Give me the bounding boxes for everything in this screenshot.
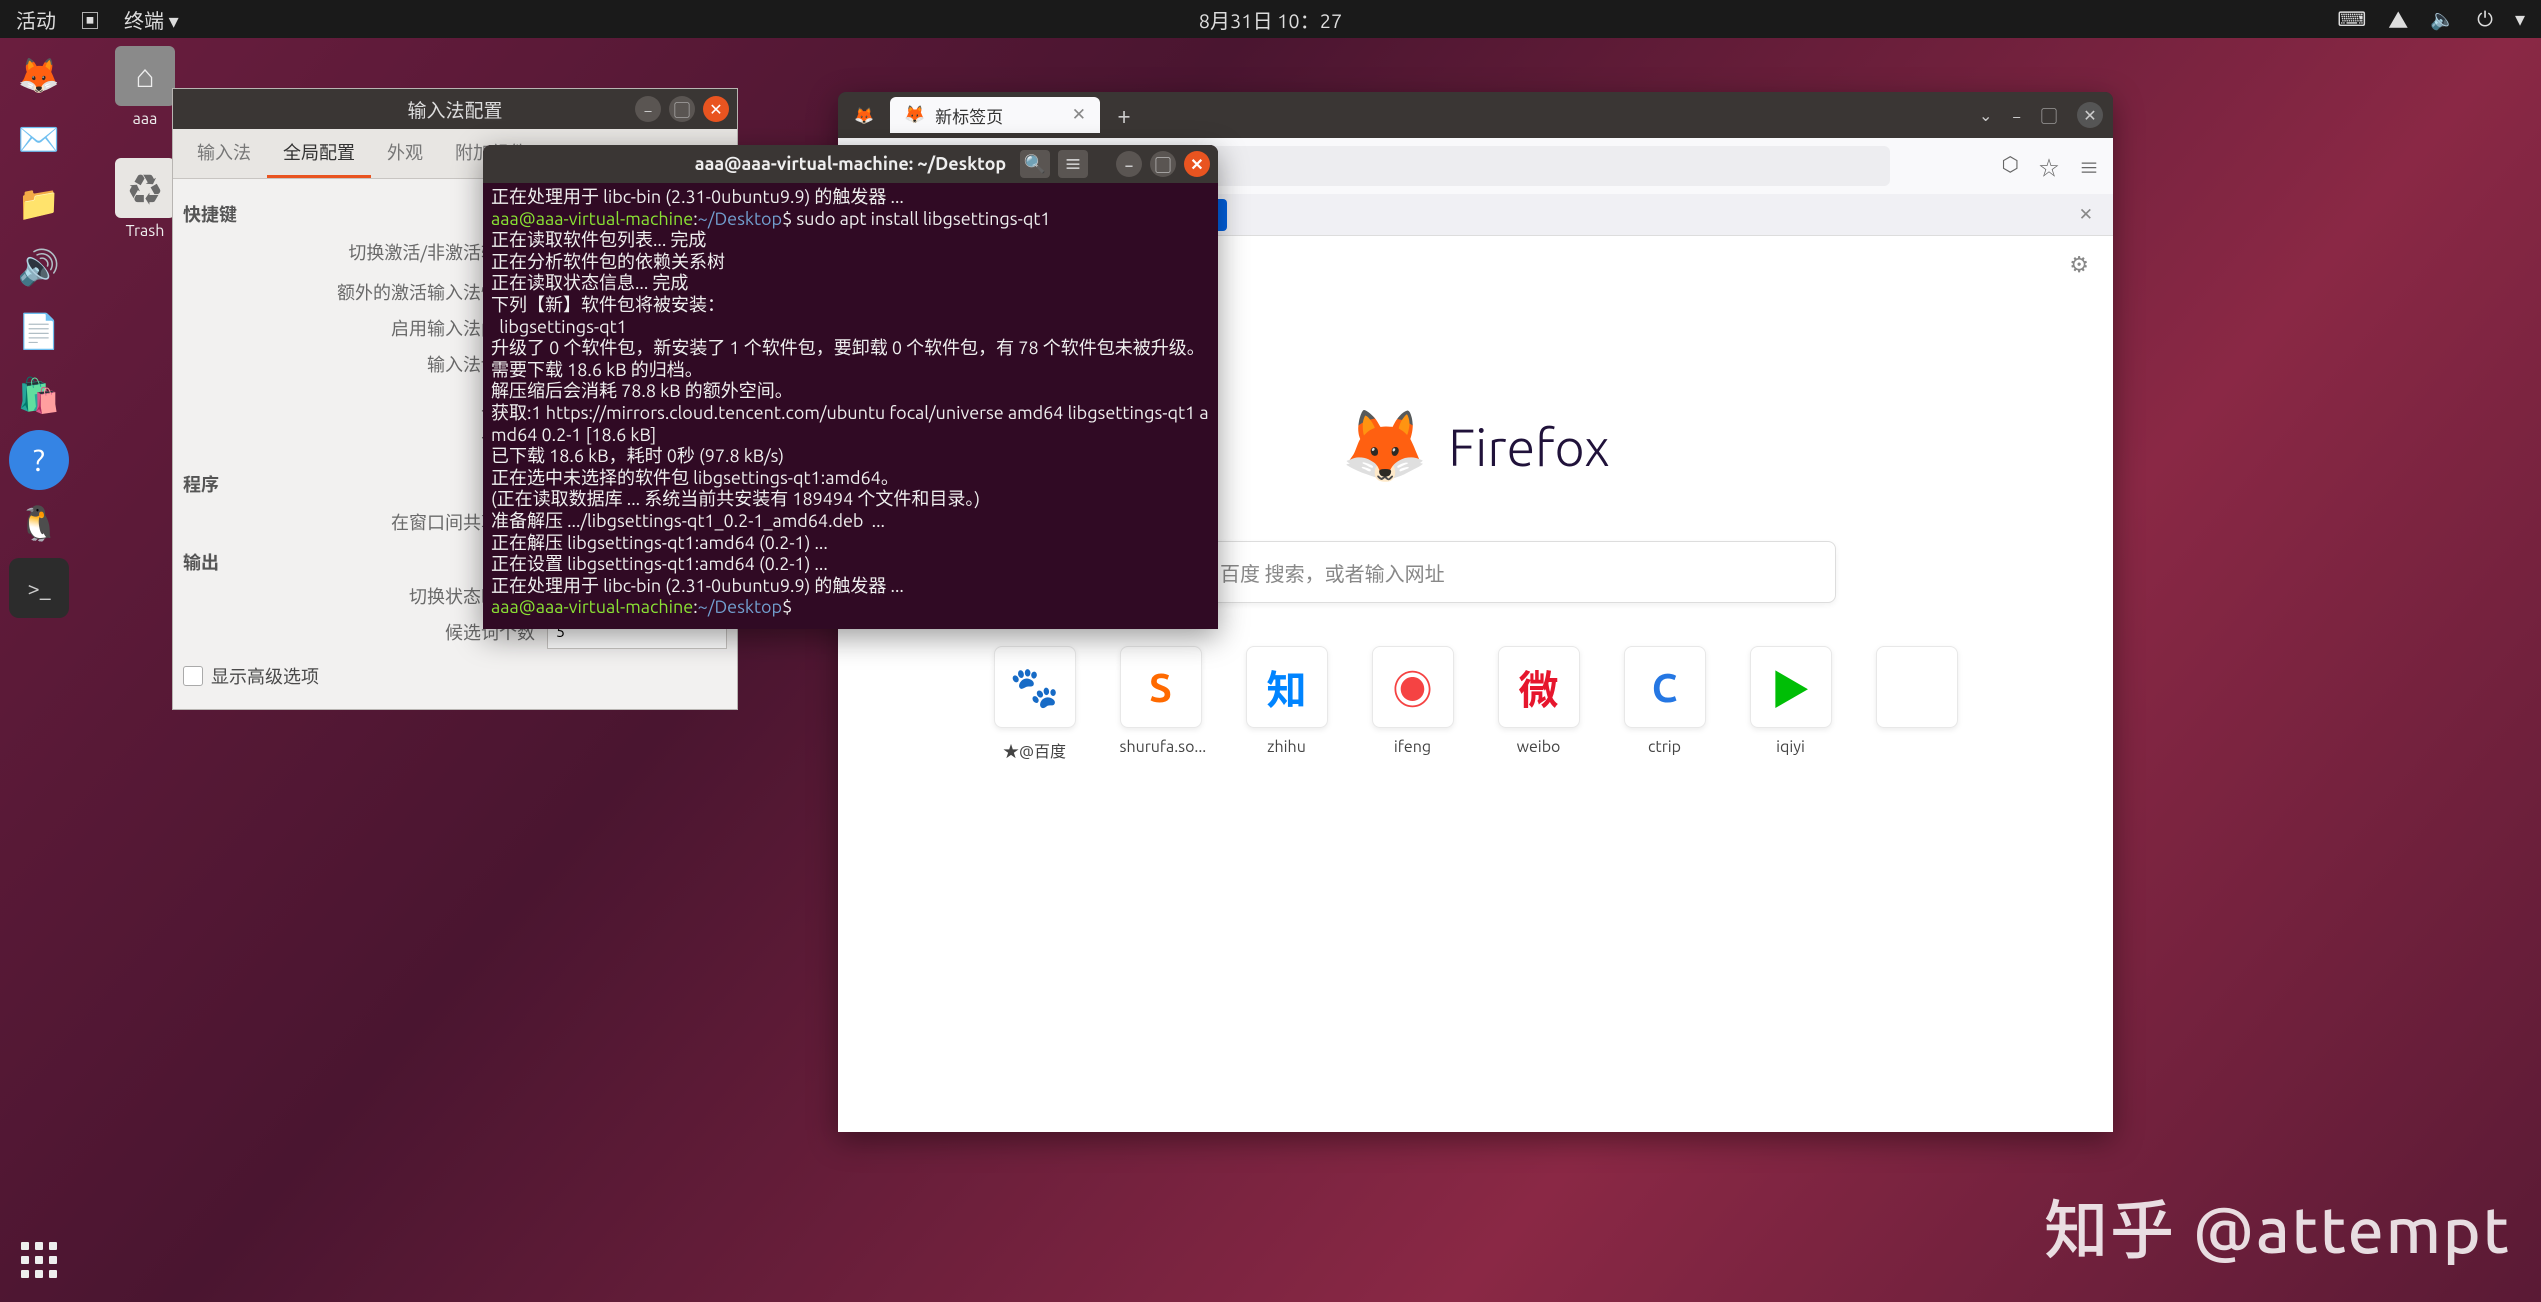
clock[interactable]: 8月31日 10：27 <box>1199 5 1343 34</box>
maximize-button[interactable]: ▢ <box>669 96 695 122</box>
tile-icon: S <box>1120 646 1202 728</box>
app-menu-icon[interactable]: ≡ <box>2079 152 2099 181</box>
show-applications[interactable] <box>9 1230 69 1290</box>
checkbox-advanced[interactable]: ✓ <box>183 666 203 686</box>
fcitx-titlebar[interactable]: 输入法配置 ‒ ▢ ✕ <box>173 89 737 129</box>
dock: 🦊 ✉️ 📁 🔊 📄 🛍️ ? 🐧 >_ <box>0 38 78 1302</box>
tabs-dropdown-icon[interactable]: ⌄ <box>1979 106 1992 125</box>
dock-terminal[interactable]: >_ <box>9 558 69 618</box>
dock-help[interactable]: ? <box>9 430 69 490</box>
input-method-icon[interactable]: ⌨ <box>2337 7 2366 31</box>
terminal-window: aaa@aaa-virtual-machine: ~/Desktop 🔍 ≡ ‒… <box>483 145 1218 629</box>
tile-label: ctrip <box>1624 738 1706 756</box>
tile-label: shurufa.so... <box>1120 738 1202 756</box>
tile-icon: 知 <box>1246 646 1328 728</box>
top-site-tile[interactable]: 微 weibo <box>1498 646 1580 762</box>
tab-close-icon[interactable]: ✕ <box>1072 105 1086 125</box>
terminal-menu-icon[interactable]: ≡ <box>1058 150 1088 178</box>
watermark: 知乎 @attempt <box>2044 1180 2511 1272</box>
bookmark-star-icon[interactable]: ☆ <box>2039 152 2059 181</box>
tab-favicon-icon: 🦊 <box>904 105 925 125</box>
firefox-brand-icon: 🦊 <box>1341 406 1428 488</box>
tile-icon: ▶ <box>1750 646 1832 728</box>
tile-label: ★@百度 <box>994 738 1076 762</box>
minimize-button[interactable]: ‒ <box>635 96 661 122</box>
term-maximize-button[interactable]: ▢ <box>1150 151 1176 177</box>
tab-global-config[interactable]: 全局配置 <box>267 129 371 178</box>
label-advanced: 显示高级选项 <box>211 663 319 689</box>
top-site-tile[interactable]: ▶ iqiyi <box>1750 646 1832 762</box>
top-sites: 🐾 ★@百度 Sshurufa.so... 知 zhihu ◉ ifeng 微 weibo Cct… <box>994 646 1958 762</box>
system-menu-chevron-icon[interactable]: ▾ <box>2515 7 2525 31</box>
dock-writer[interactable]: 📄 <box>9 302 69 362</box>
top-site-tile[interactable] <box>1876 646 1958 762</box>
network-icon[interactable]: ▲ <box>2388 5 2408 34</box>
ff-minimize-button[interactable]: ‒ <box>2012 103 2021 127</box>
terminal-body[interactable]: 正在处理用于 libc-bin (2.31-0ubuntu9.9) 的触发器 .… <box>483 183 1218 629</box>
tile-icon <box>1876 646 1958 728</box>
activities-button[interactable]: 活动 <box>16 5 56 34</box>
firefox-brand-text: Firefox <box>1448 418 1610 476</box>
term-minimize-button[interactable]: ‒ <box>1116 151 1142 177</box>
close-button[interactable]: ✕ <box>703 96 729 122</box>
ff-maximize-button[interactable]: ▢ <box>2041 103 2057 127</box>
top-site-tile[interactable]: ◉ ifeng <box>1372 646 1454 762</box>
tile-label: iqiyi <box>1750 738 1832 756</box>
tile-label: weibo <box>1498 738 1580 756</box>
active-app-menu[interactable]: 终端 ▾ <box>124 5 179 34</box>
newtab-search[interactable]: 🐾 使用 百度 搜索，或者输入网址 <box>1116 541 1836 603</box>
new-tab-button[interactable]: + <box>1108 99 1140 131</box>
ff-close-button[interactable]: ✕ <box>2077 102 2103 128</box>
browser-tab[interactable]: 🦊 新标签页 ✕ <box>890 97 1100 133</box>
firefox-brand: 🦊 Firefox <box>1341 406 1610 488</box>
dock-files[interactable]: 📁 <box>9 174 69 234</box>
tab-appearance[interactable]: 外观 <box>371 129 439 178</box>
home-folder-icon: ⌂ <box>115 46 175 106</box>
dock-firefox[interactable]: 🦊 <box>9 46 69 106</box>
terminal-titlebar[interactable]: aaa@aaa-virtual-machine: ~/Desktop 🔍 ≡ ‒… <box>483 145 1218 183</box>
top-site-tile[interactable]: Cctrip <box>1624 646 1706 762</box>
terminal-title-text: aaa@aaa-virtual-machine: ~/Desktop <box>695 154 1006 174</box>
dock-rhythmbox[interactable]: 🔊 <box>9 238 69 298</box>
term-close-button[interactable]: ✕ <box>1184 151 1210 177</box>
trash-icon: ♻ <box>115 158 175 218</box>
tile-icon: ◉ <box>1372 646 1454 728</box>
firefox-logo-icon: 🦊 <box>848 99 880 131</box>
tile-icon: 微 <box>1498 646 1580 728</box>
power-icon[interactable]: ⏻ <box>2477 7 2493 31</box>
dock-software[interactable]: 🛍️ <box>9 366 69 426</box>
volume-icon[interactable]: 🔈 <box>2430 7 2455 31</box>
dock-tux[interactable]: 🐧 <box>9 494 69 554</box>
pocket-icon[interactable]: ⬡ <box>2002 152 2019 181</box>
tab-input-method[interactable]: 输入法 <box>181 129 267 178</box>
info-close-icon[interactable]: ✕ <box>2079 205 2093 225</box>
tab-title: 新标签页 <box>935 103 1003 128</box>
tile-icon: 🐾 <box>994 646 1076 728</box>
top-site-tile[interactable]: 🐾 ★@百度 <box>994 646 1076 762</box>
top-site-tile[interactable]: 知 zhihu <box>1246 646 1328 762</box>
tile-label: ifeng <box>1372 738 1454 756</box>
fcitx-title-text: 输入法配置 <box>407 96 502 123</box>
terminal-indicator-icon: ▣ <box>80 5 100 34</box>
newtab-settings-icon[interactable]: ⚙ <box>2069 252 2089 278</box>
tile-icon: C <box>1624 646 1706 728</box>
tile-label: zhihu <box>1246 738 1328 756</box>
top-site-tile[interactable]: Sshurufa.so... <box>1120 646 1202 762</box>
dock-thunderbird[interactable]: ✉️ <box>9 110 69 170</box>
terminal-search-icon[interactable]: 🔍 <box>1020 150 1050 178</box>
